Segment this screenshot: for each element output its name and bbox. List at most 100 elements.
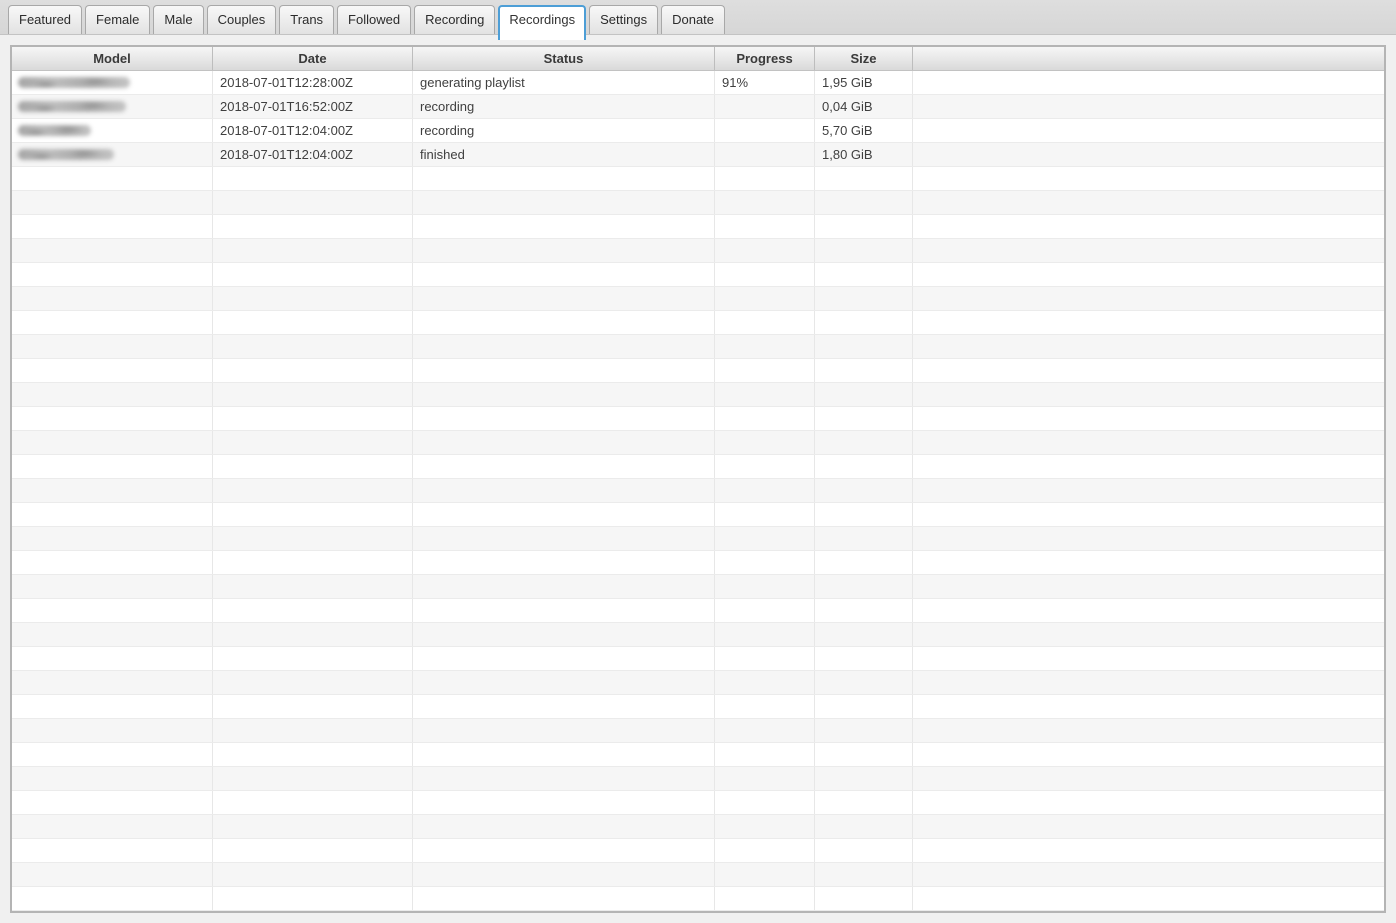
column-header-filler: [913, 47, 1384, 70]
cell-model: [12, 359, 213, 382]
cell-date: [213, 767, 413, 790]
table-row-empty: [12, 263, 1384, 287]
cell-progress: [715, 623, 815, 646]
cell-progress: [715, 239, 815, 262]
cell-date: [213, 191, 413, 214]
cell-model: [12, 743, 213, 766]
cell-size: [815, 479, 913, 502]
cell-progress: [715, 887, 815, 910]
cell-filler: [913, 815, 1384, 838]
cell-status: [413, 791, 715, 814]
cell-model: [12, 551, 213, 574]
redacted-model-name: [18, 125, 91, 136]
tab-featured[interactable]: Featured: [8, 5, 83, 34]
cell-progress: [715, 191, 815, 214]
table-row[interactable]: 2018-07-01T12:04:00Z recording 5,70 GiB: [12, 119, 1384, 143]
table-row-empty: [12, 551, 1384, 575]
cell-filler: [913, 311, 1384, 334]
cell-date: [213, 311, 413, 334]
cell-status: [413, 287, 715, 310]
cell-filler: [913, 599, 1384, 622]
column-header-size[interactable]: Size: [815, 47, 913, 70]
cell-model: [12, 71, 213, 94]
cell-date: [213, 623, 413, 646]
cell-size: [815, 311, 913, 334]
cell-size: [815, 623, 913, 646]
column-header-progress[interactable]: Progress: [715, 47, 815, 70]
cell-progress: [715, 263, 815, 286]
cell-filler: [913, 335, 1384, 358]
cell-progress: [715, 455, 815, 478]
tab-female[interactable]: Female: [85, 5, 151, 34]
cell-date: [213, 215, 413, 238]
tab-donate[interactable]: Donate: [661, 5, 726, 34]
column-header-date[interactable]: Date: [213, 47, 413, 70]
cell-status: [413, 719, 715, 742]
cell-filler: [913, 191, 1384, 214]
table-row-empty: [12, 383, 1384, 407]
table-header-row: Model Date Status Progress Size: [12, 47, 1384, 71]
cell-size: [815, 287, 913, 310]
cell-size: [815, 575, 913, 598]
cell-filler: [913, 719, 1384, 742]
table-row-empty: [12, 239, 1384, 263]
tab-trans[interactable]: Trans: [279, 5, 335, 34]
tab-settings[interactable]: Settings: [589, 5, 659, 34]
table-row-empty: [12, 431, 1384, 455]
table-row-empty: [12, 599, 1384, 623]
column-header-model[interactable]: Model: [12, 47, 213, 70]
table-row-empty: [12, 287, 1384, 311]
column-header-status[interactable]: Status: [413, 47, 715, 70]
cell-status: [413, 407, 715, 430]
cell-model: [12, 383, 213, 406]
cell-progress: [715, 815, 815, 838]
cell-size: [815, 503, 913, 526]
table-row-empty: [12, 839, 1384, 863]
cell-status: [413, 839, 715, 862]
cell-model: [12, 623, 213, 646]
tab-followed[interactable]: Followed: [337, 5, 412, 34]
cell-filler: [913, 743, 1384, 766]
cell-size: [815, 671, 913, 694]
cell-date: 2018-07-01T12:28:00Z: [213, 71, 413, 94]
table-row-empty: [12, 359, 1384, 383]
cell-size: [815, 551, 913, 574]
cell-progress: [715, 575, 815, 598]
table-row-empty: [12, 695, 1384, 719]
cell-model: [12, 815, 213, 838]
cell-status: [413, 815, 715, 838]
cell-filler: [913, 887, 1384, 910]
cell-progress: [715, 383, 815, 406]
cell-filler: [913, 863, 1384, 886]
cell-date: [213, 839, 413, 862]
cell-progress: [715, 167, 815, 190]
cell-model: [12, 599, 213, 622]
tab-couples[interactable]: Couples: [206, 5, 277, 34]
tab-recording[interactable]: Recording: [414, 5, 496, 34]
cell-filler: [913, 263, 1384, 286]
cell-date: [213, 167, 413, 190]
table-row[interactable]: 2018-07-01T12:28:00Z generating playlist 9…: [12, 71, 1384, 95]
cell-filler: [913, 647, 1384, 670]
table-row[interactable]: 2018-07-01T16:52:00Z recording 0,04 GiB: [12, 95, 1384, 119]
cell-model: [12, 719, 213, 742]
table-row-empty: [12, 719, 1384, 743]
cell-status: generating playlist: [413, 71, 715, 94]
cell-model: [12, 263, 213, 286]
cell-size: [815, 527, 913, 550]
cell-size: [815, 407, 913, 430]
cell-progress: [715, 527, 815, 550]
cell-status: [413, 311, 715, 334]
cell-size: 5,70 GiB: [815, 119, 913, 142]
cell-progress: [715, 671, 815, 694]
cell-model: [12, 119, 213, 142]
table-row-empty: [12, 671, 1384, 695]
cell-size: [815, 887, 913, 910]
table-row-empty: [12, 575, 1384, 599]
cell-filler: [913, 767, 1384, 790]
table-row[interactable]: 2018-07-01T12:04:00Z finished 1,80 GiB: [12, 143, 1384, 167]
tab-recordings[interactable]: Recordings: [498, 5, 587, 40]
cell-size: [815, 791, 913, 814]
cell-status: [413, 383, 715, 406]
tab-male[interactable]: Male: [153, 5, 204, 34]
